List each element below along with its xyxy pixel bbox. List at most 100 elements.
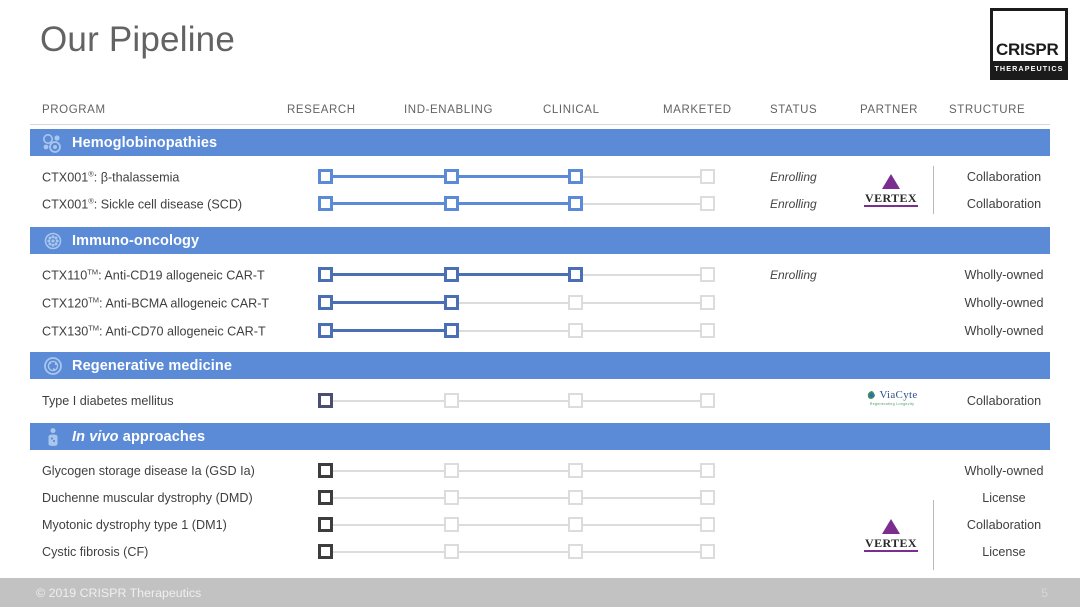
stage-marker-clinical[interactable] [568,168,583,184]
page-title: Our Pipeline [40,20,236,59]
stage-marker-clinical[interactable] [568,322,583,338]
cell-disc-icon [40,356,66,376]
logo-wordmark: CRISPR [996,40,1059,59]
stage-marker-research[interactable] [318,516,333,532]
stage-track [0,489,1080,506]
stage-connector [331,523,446,526]
stage-connector [331,469,446,472]
stage-marker-ind[interactable] [444,322,459,338]
stage-track [0,462,1080,479]
stage-marker-marketed[interactable] [700,489,715,505]
stage-connector [581,202,702,205]
structure-text: Collaboration [966,169,1042,184]
crispr-therapeutics-logo: CRISPR THERAPEUTICS [990,8,1068,80]
column-header-partner: PARTNER [860,104,919,116]
stage-marker-clinical[interactable] [568,392,583,408]
stage-connector [581,329,702,332]
stage-marker-research[interactable] [318,266,333,282]
stage-marker-ind[interactable] [444,195,459,211]
partner-logo-vertex: VERTEX [860,174,922,207]
section-label-hemoglobinopathies: Hemoglobinopathies [72,134,218,151]
stage-marker-ind[interactable] [444,266,459,282]
structure-text: License [982,544,1026,559]
viacyte-leaf-icon [868,390,876,399]
structure-text: License [982,490,1026,505]
stage-marker-ind[interactable] [444,462,459,478]
section-label-regenerative-medicine: Regenerative medicine [72,357,233,374]
stage-marker-marketed[interactable] [700,195,715,211]
stage-marker-research[interactable] [318,195,333,211]
stage-marker-ind[interactable] [444,168,459,184]
stage-marker-ind[interactable] [444,294,459,310]
human-figure-icon [40,427,66,447]
structure-text: Wholly-owned [964,267,1044,282]
stage-marker-clinical[interactable] [568,489,583,505]
vertex-wordmark: VERTEX [864,536,918,552]
stage-track [0,266,1080,283]
stage-marker-ind[interactable] [444,489,459,505]
table-row: Glycogen storage disease Ia (GSD Ia) Whol… [0,457,1080,484]
stage-marker-marketed[interactable] [700,543,715,559]
table-row: CTX130TM: Anti-CD70 allogeneic CAR-T Whol… [0,317,1080,344]
stage-marker-marketed[interactable] [700,266,715,282]
stage-marker-research[interactable] [318,392,333,408]
stage-track [0,322,1080,339]
stage-connector [331,496,446,499]
stage-connector [457,469,570,472]
stage-marker-ind[interactable] [444,392,459,408]
stage-marker-clinical[interactable] [568,195,583,211]
stage-connector [457,329,570,332]
status-text: Enrolling [770,196,817,211]
stage-marker-marketed[interactable] [700,294,715,310]
stage-marker-research[interactable] [318,462,333,478]
stage-marker-research[interactable] [318,322,333,338]
structure-text: Wholly-owned [964,323,1044,338]
stage-connector [581,496,702,499]
footer-copyright: © 2019 CRISPR Therapeutics [36,585,202,600]
partner-logo-viacyte: ViaCyte Regenerating Longevity [852,389,932,406]
stage-connector [457,496,570,499]
stage-marker-marketed[interactable] [700,168,715,184]
stage-connector [331,550,446,553]
section-band-immuno-oncology: Immuno-oncology [30,227,1050,254]
stage-marker-ind[interactable] [444,516,459,532]
partner-bracket [933,500,934,570]
stage-connector [331,202,446,205]
stage-marker-clinical[interactable] [568,294,583,310]
stage-marker-marketed[interactable] [700,462,715,478]
stage-marker-clinical[interactable] [568,516,583,532]
stage-connector [457,523,570,526]
structure-text: Wholly-owned [964,295,1044,310]
section-label-in-vivo-approaches: In vivo approaches [72,429,205,445]
section-band-hemoglobinopathies: Hemoglobinopathies [30,129,1050,156]
stage-marker-marketed[interactable] [700,392,715,408]
structure-text: Collaboration [966,517,1042,532]
section-band-in-vivo-approaches: In vivo approaches [30,423,1050,450]
stage-marker-clinical[interactable] [568,543,583,559]
stage-connector [581,273,702,276]
stage-marker-ind[interactable] [444,543,459,559]
stage-marker-marketed[interactable] [700,516,715,532]
stage-marker-research[interactable] [318,168,333,184]
column-header-research: RESEARCH [287,104,356,116]
stage-marker-research[interactable] [318,543,333,559]
footer-page-number: 5 [1041,585,1048,600]
column-header-status: STATUS [770,104,818,116]
section-label-rest: approaches [122,428,206,445]
column-header-marketed: MARKETED [663,104,732,116]
stage-connector [581,523,702,526]
stage-marker-research[interactable] [318,294,333,310]
stage-connector [581,399,702,402]
header-divider [30,124,1050,125]
vertex-triangle-icon [882,174,900,189]
stage-connector [331,399,446,402]
section-band-regenerative-medicine: Regenerative medicine [30,352,1050,379]
stage-connector [457,550,570,553]
stage-marker-clinical[interactable] [568,462,583,478]
stage-connector [457,202,570,205]
stage-marker-marketed[interactable] [700,322,715,338]
stage-marker-clinical[interactable] [568,266,583,282]
vertex-triangle-icon [882,519,900,534]
stage-marker-research[interactable] [318,489,333,505]
stage-connector [457,301,570,304]
